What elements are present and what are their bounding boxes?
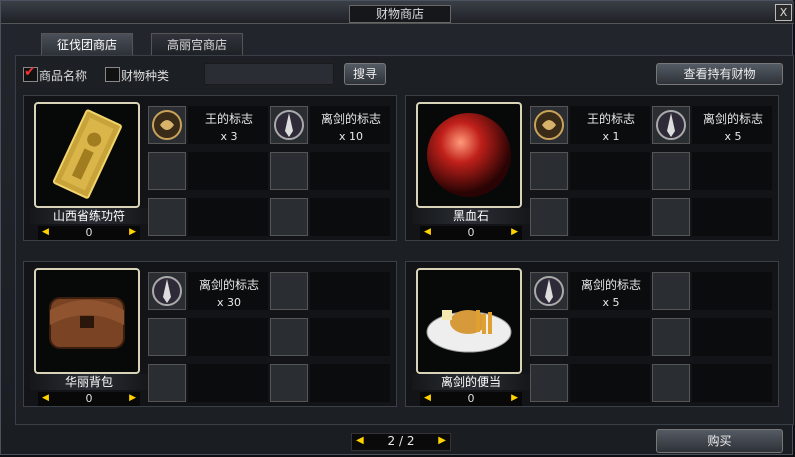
item-name: 山西省练功符 (30, 208, 148, 224)
material-count: x 3 (220, 130, 238, 143)
material-name: 王的标志 (586, 112, 635, 126)
empty-material-slot (270, 152, 390, 192)
sword-emblem-icon (530, 272, 568, 310)
empty-material-slot (148, 152, 268, 192)
sword-emblem-icon (270, 106, 308, 144)
shop-window: 财物商店 X 征伐团商店 高丽宫商店 商品名称 财物种类 搜寻 查看持有财物 山… (0, 0, 794, 455)
tab-goryeo-palace-shop[interactable]: 高丽宫商店 (151, 33, 243, 56)
empty-material-slot (270, 272, 390, 312)
shop-item[interactable]: 山西省练功符 ◀ 0 ▶ 王的标志 x 3 离剑的标志 x 10 (23, 95, 397, 241)
empty-material-slot (530, 364, 650, 404)
item-name-label: 商品名称 (39, 69, 88, 83)
empty-material-slot (652, 272, 772, 312)
material-slot: 离剑的标志 x 30 (148, 272, 268, 312)
item-name: 离剑的便当 (412, 374, 530, 390)
title-bar[interactable]: 财物商店 X (1, 1, 794, 24)
material-slot: 离剑的标志 x 5 (652, 106, 772, 146)
quantity-value: 0 (85, 392, 93, 405)
empty-material-slot (530, 318, 650, 358)
empty-material-slot (148, 318, 268, 358)
material-slot: 王的标志 x 1 (530, 106, 650, 146)
empty-material-slot (530, 198, 650, 238)
quantity-stepper[interactable]: ◀ 0 ▶ (38, 226, 140, 240)
page-indicator: 2 / 2 (387, 434, 415, 448)
king-emblem-icon (148, 106, 186, 144)
material-name: 离剑的标志 (580, 278, 641, 292)
material-slot: 离剑的标志 x 10 (270, 106, 390, 146)
material-name: 王的标志 (204, 112, 253, 126)
quantity-value: 0 (467, 226, 475, 239)
empty-material-slot (652, 318, 772, 358)
empty-material-slot (270, 198, 390, 238)
search-button[interactable]: 搜寻 (344, 63, 386, 85)
golden-talisman-icon (34, 102, 140, 208)
pagination: ◀ 2 / 2 ▶ (351, 433, 451, 451)
lunchbox-icon (416, 268, 522, 374)
increase-arrow-icon[interactable]: ▶ (511, 227, 518, 237)
empty-material-slot (148, 198, 268, 238)
material-count: x 5 (724, 130, 742, 143)
shop-item[interactable]: 离剑的便当 ◀ 0 ▶ 离剑的标志 x 5 (405, 261, 779, 407)
leather-bag-icon (34, 268, 140, 374)
material-count: x 5 (602, 296, 620, 309)
empty-material-slot (652, 364, 772, 404)
empty-material-slot (270, 364, 390, 404)
king-emblem-icon (530, 106, 568, 144)
material-name: 离剑的标志 (320, 112, 381, 126)
item-name: 华丽背包 (30, 374, 148, 390)
sword-emblem-icon (652, 106, 690, 144)
shop-item[interactable]: 黑血石 ◀ 0 ▶ 王的标志 x 1 离剑的标志 x 5 (405, 95, 779, 241)
search-input[interactable] (204, 63, 334, 85)
increase-arrow-icon[interactable]: ▶ (129, 393, 136, 403)
material-slot: 王的标志 x 3 (148, 106, 268, 146)
quantity-stepper[interactable]: ◀ 0 ▶ (38, 392, 140, 406)
quantity-stepper[interactable]: ◀ 0 ▶ (420, 392, 522, 406)
quantity-stepper[interactable]: ◀ 0 ▶ (420, 226, 522, 240)
increase-arrow-icon[interactable]: ▶ (129, 227, 136, 237)
material-slot: 离剑的标志 x 5 (530, 272, 650, 312)
item-name-checkbox[interactable] (23, 64, 38, 82)
material-name: 离剑的标志 (198, 278, 259, 292)
item-type-label: 财物种类 (121, 69, 170, 83)
shop-item[interactable]: 华丽背包 ◀ 0 ▶ 离剑的标志 x 30 (23, 261, 397, 407)
item-name: 黑血石 (412, 208, 530, 224)
material-count: x 1 (602, 130, 620, 143)
increase-arrow-icon[interactable]: ▶ (511, 393, 518, 403)
material-count: x 30 (216, 296, 241, 309)
close-button[interactable]: X (775, 4, 792, 21)
empty-material-slot (270, 318, 390, 358)
material-count: x 10 (338, 130, 363, 143)
item-type-checkbox[interactable] (105, 67, 120, 82)
empty-material-slot (652, 152, 772, 192)
next-page-arrow-icon[interactable]: ▶ (438, 435, 446, 446)
quantity-value: 0 (467, 392, 475, 405)
empty-material-slot (530, 152, 650, 192)
tab-expedition-shop[interactable]: 征伐团商店 (41, 33, 133, 56)
view-owned-items-button[interactable]: 查看持有财物 (656, 63, 783, 85)
sword-emblem-icon (148, 272, 186, 310)
buy-button[interactable]: 购买 (656, 429, 783, 453)
material-name: 离剑的标志 (702, 112, 763, 126)
quantity-value: 0 (85, 226, 93, 239)
black-blood-stone-icon (416, 102, 522, 208)
empty-material-slot (652, 198, 772, 238)
window-title: 财物商店 (349, 5, 451, 23)
empty-material-slot (148, 364, 268, 404)
